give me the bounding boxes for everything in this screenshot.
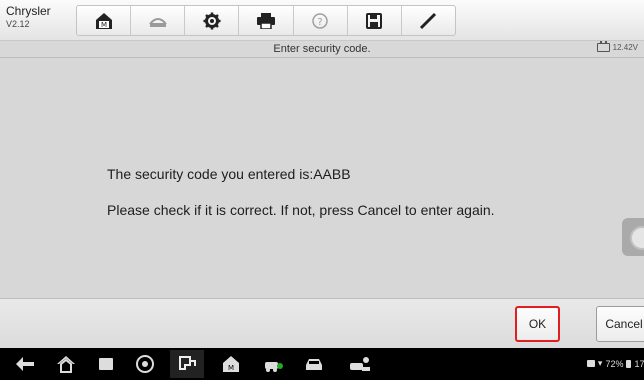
voltage-value: 12.42V (612, 43, 638, 52)
page-title: Enter security code. (273, 43, 371, 55)
recent-apps-icon[interactable] (97, 355, 115, 373)
top-toolbar: Chrysler V2.12 M ? (0, 0, 644, 41)
confirm-instruction: Please check if it is correct. If not, p… (107, 202, 495, 218)
car-battery-icon (596, 41, 610, 52)
wifi-icon: ▾ (597, 358, 603, 368)
app-name: Chrysler (6, 4, 51, 18)
svg-text:M: M (101, 21, 107, 29)
status-area: ▾ 72% 17:1 (586, 358, 644, 369)
save-button[interactable] (348, 6, 402, 35)
app-info: Chrysler V2.12 (6, 4, 51, 30)
battery-percent: 72% (605, 358, 624, 369)
ok-button[interactable]: OK (515, 306, 560, 342)
svg-text:M: M (228, 364, 234, 372)
settings-button[interactable] (185, 6, 240, 35)
vehicle-swap-icon (148, 17, 167, 27)
home-button[interactable]: M (77, 6, 132, 35)
button-bar: OK Cancel (0, 298, 644, 348)
cancel-button[interactable]: Cancel (596, 306, 644, 342)
print-icon (256, 12, 275, 29)
help-icon: ? (312, 12, 328, 29)
save-icon (366, 12, 383, 29)
diagnostic-connector-icon[interactable] (178, 355, 198, 373)
system-nav-bar: M ▾ 72% 17:1 (0, 348, 644, 380)
security-code-message: The security code you entered is:AABB (107, 166, 351, 182)
home-icon: M (95, 12, 112, 29)
back-icon[interactable] (14, 355, 36, 373)
vehicle-service-icon[interactable] (263, 355, 285, 373)
vehicle-connect-icon[interactable] (348, 355, 372, 373)
home-nav-icon[interactable] (56, 355, 76, 373)
title-bar: Enter security code. 12.42V (0, 41, 644, 58)
dialog-content: The security code you entered is:AABB Pl… (0, 58, 644, 298)
edit-icon (420, 12, 437, 29)
print-button[interactable] (239, 6, 294, 35)
vehicle-swap-button[interactable] (131, 6, 186, 35)
app-version: V2.12 (6, 19, 30, 29)
notification-icon (586, 360, 595, 367)
car-icon[interactable] (303, 355, 325, 373)
edit-button[interactable] (402, 6, 455, 35)
toolbar-buttons: M ? (76, 5, 456, 36)
home-m-icon[interactable]: M (221, 355, 241, 373)
clock: 17:1 (634, 358, 644, 369)
settings-icon (203, 12, 221, 29)
vehicle-voltage: 12.42V (596, 41, 638, 52)
svg-text:?: ? (317, 17, 322, 28)
help-button[interactable]: ? (294, 6, 348, 35)
floating-assist-button[interactable] (622, 218, 644, 256)
device-battery-icon (626, 359, 632, 368)
browser-icon[interactable] (135, 355, 155, 373)
